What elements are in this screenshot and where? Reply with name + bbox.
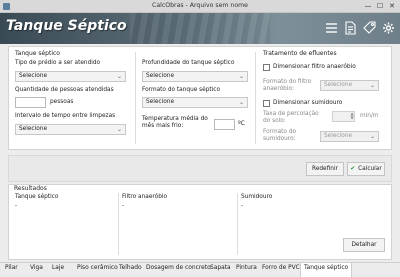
temperatura-input[interactable]	[214, 119, 235, 130]
taxa-percolacao-unit: min/m	[360, 113, 379, 119]
profundidade-select[interactable]: Selecione ⌄	[142, 71, 248, 82]
tipo-predio-label: Tipo de prédio a ser atendido	[15, 60, 101, 66]
pessoas-input[interactable]	[15, 97, 46, 108]
formato-sumidouro-value: Selecione	[324, 133, 353, 139]
profundidade-value: Selecione	[146, 73, 175, 79]
chevron-down-icon: ⌄	[369, 82, 375, 89]
efluentes-section-title: Tratamento de efluentes	[263, 50, 337, 57]
window-title: CalcObras - Arquivo sem nome	[152, 2, 248, 9]
maximize-button[interactable]: ☐	[374, 0, 386, 13]
close-button[interactable]: ✕	[386, 0, 398, 13]
result-filtro-value: -	[122, 203, 125, 209]
menu-icon[interactable]	[325, 21, 338, 35]
column-divider	[135, 52, 136, 144]
tab-dosagem-de-concreto[interactable]: Dosagem de concreto	[146, 265, 211, 271]
bottom-tab-bar: Pilar Viga Laje Piso cerâmico Telhado Do…	[0, 262, 400, 277]
formato-filtro-select[interactable]: Selecione ⌄	[320, 80, 379, 91]
page-title: Tanque Séptico	[6, 18, 127, 34]
document-icon[interactable]	[344, 21, 357, 35]
intervalo-value: Selecione	[19, 126, 48, 132]
tab-pintura[interactable]: Pintura	[236, 265, 257, 271]
redefinir-button[interactable]: Redefinir	[306, 162, 344, 176]
result-tanque-title: Tanque séptico	[15, 194, 59, 200]
column-divider	[255, 52, 256, 144]
column-divider	[237, 193, 238, 255]
taxa-percolacao-stepper[interactable]: ▲ ▼	[349, 112, 355, 121]
tab-sapata[interactable]: Sapata	[210, 265, 231, 271]
minimize-button[interactable]: —	[362, 0, 374, 13]
chevron-down-icon: ⌄	[116, 73, 122, 80]
sumidouro-checkbox-label: Dimensionar sumidouro	[273, 100, 343, 106]
formato-tanque-select[interactable]: Selecione ⌄	[142, 97, 248, 108]
chevron-down-icon: ⌄	[369, 133, 375, 140]
tab-laje[interactable]: Laje	[52, 265, 64, 271]
tab-telhado[interactable]: Telhado	[119, 265, 142, 271]
tag-icon[interactable]	[363, 21, 376, 35]
intervalo-select[interactable]: Selecione ⌄	[15, 124, 126, 135]
chevron-down-icon: ⌄	[238, 73, 244, 80]
result-filtro-title: Filtro anaeróbio	[122, 194, 168, 200]
calcular-label: Calcular	[358, 166, 382, 172]
formato-tanque-value: Selecione	[146, 99, 175, 105]
pessoas-label: Quantidade de pessoas atendidas	[15, 87, 114, 93]
temperatura-label: Temperatura média do mês mais frio:	[142, 116, 208, 129]
tab-piso-ceramico[interactable]: Piso cerâmico	[77, 265, 118, 271]
tipo-predio-select[interactable]: Selecione ⌄	[15, 71, 126, 82]
detalhar-button[interactable]: Detalhar	[343, 238, 385, 252]
tipo-predio-value: Selecione	[19, 73, 48, 79]
sumidouro-checkbox[interactable]	[263, 100, 270, 107]
result-sumidouro-title: Sumidouro	[241, 194, 273, 200]
results-title: Resultados	[14, 185, 47, 192]
gear-icon[interactable]	[382, 21, 395, 35]
window-controls: — ☐ ✕	[362, 0, 398, 13]
results-panel	[8, 184, 392, 260]
tab-tanque-septico[interactable]: Tanque séptico	[300, 263, 353, 277]
tab-pilar[interactable]: Pilar	[5, 265, 18, 271]
result-tanque-value: -	[15, 203, 18, 209]
tab-viga[interactable]: Viga	[30, 265, 43, 271]
taxa-percolacao-label: Taxa de percolação do solo:	[263, 111, 319, 124]
tanque-section-title: Tanque séptico	[15, 50, 60, 57]
profundidade-label: Profundidade do tanque séptico	[142, 60, 235, 66]
window-titlebar: CalcObras - Arquivo sem nome — ☐ ✕	[0, 0, 400, 13]
chevron-down-icon: ⌄	[116, 126, 122, 133]
formato-sumidouro-label: Formato do sumidouro:	[263, 129, 297, 142]
column-divider	[118, 193, 119, 255]
header-toolbar	[325, 21, 395, 35]
check-icon: ✔	[350, 166, 356, 172]
chevron-down-icon: ⌄	[238, 99, 244, 106]
calcular-button[interactable]: ✔ Calcular	[347, 162, 385, 176]
banner-background-image	[130, 13, 270, 44]
result-sumidouro-value: -	[241, 203, 244, 209]
header-banner: Tanque Séptico	[0, 13, 400, 44]
pessoas-unit: pessoas	[50, 99, 74, 105]
filtro-checkbox[interactable]	[263, 64, 270, 71]
formato-filtro-value: Selecione	[324, 82, 353, 88]
formato-tanque-label: Formato do tanque séptico	[142, 87, 221, 93]
temperatura-unit: ºC	[238, 121, 245, 127]
formato-sumidouro-select[interactable]: Selecione ⌄	[320, 131, 379, 142]
filtro-checkbox-label: Dimensionar filtro anaeróbio	[273, 64, 356, 70]
tab-forro-de-pvc[interactable]: Forro de PVC	[262, 265, 300, 271]
intervalo-label: Intervalo de tempo entre limpezas	[15, 113, 116, 119]
formato-filtro-label: Formato do filtro anaeróbio:	[263, 79, 312, 92]
